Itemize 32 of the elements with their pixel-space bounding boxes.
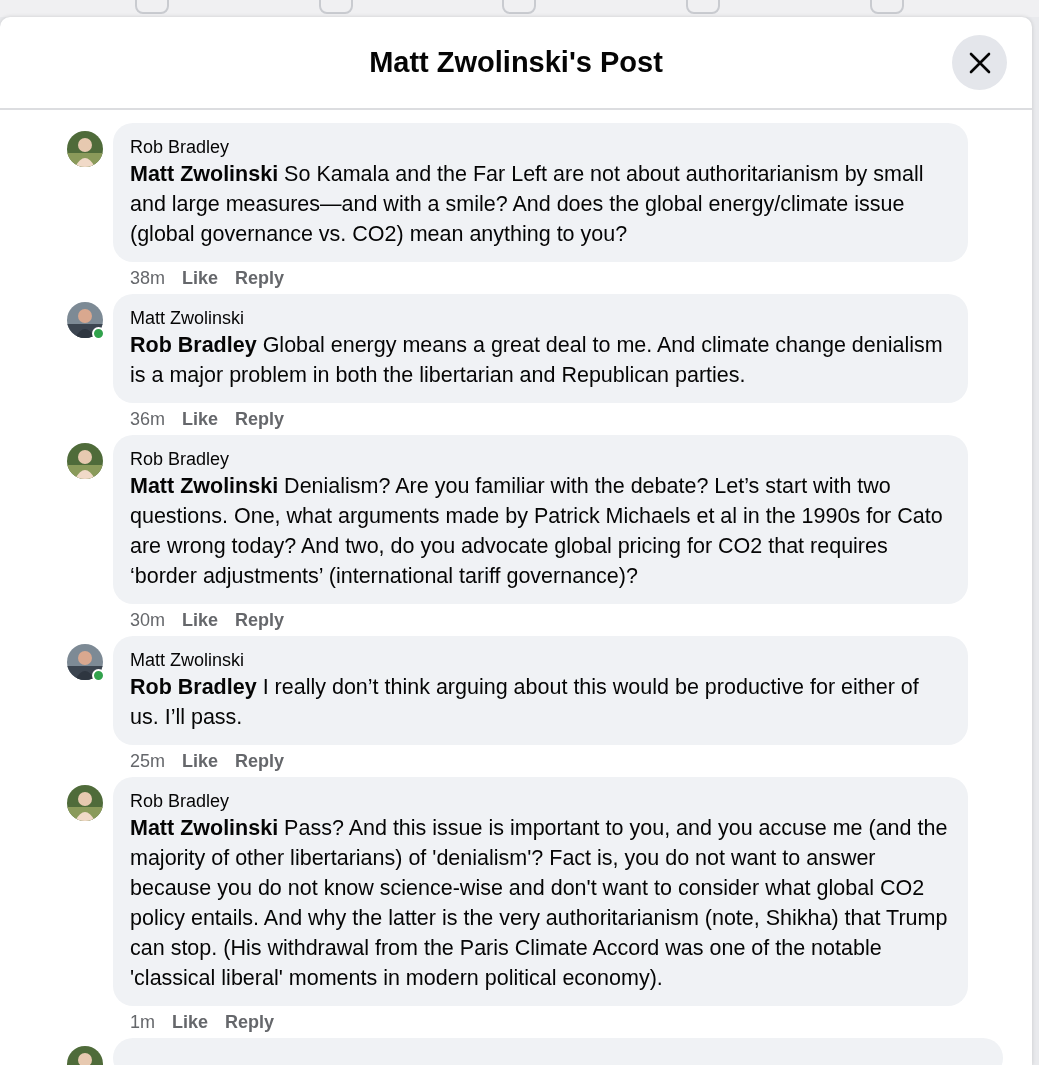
reply-link[interactable]: Reply bbox=[235, 267, 285, 289]
reply-link[interactable]: Reply bbox=[235, 750, 285, 772]
like-link[interactable]: Like bbox=[182, 408, 219, 430]
nav-icon[interactable] bbox=[686, 0, 721, 14]
reply-link[interactable]: Reply bbox=[235, 408, 285, 430]
nav-icon[interactable] bbox=[134, 0, 169, 14]
like-link[interactable]: Like bbox=[182, 750, 219, 772]
comment-author[interactable]: Rob Bradley bbox=[130, 789, 951, 813]
like-link[interactable]: Like bbox=[172, 1011, 209, 1033]
nav-icon[interactable] bbox=[870, 0, 905, 14]
nav-icon[interactable] bbox=[502, 0, 537, 14]
reply-link[interactable]: Reply bbox=[235, 609, 285, 631]
comment-time[interactable]: 25m bbox=[130, 750, 165, 772]
nav-icon[interactable] bbox=[318, 0, 353, 14]
comment-time[interactable]: 30m bbox=[130, 609, 165, 631]
comment-author[interactable]: Rob Bradley bbox=[130, 447, 951, 471]
comment-text: Rob Bradley Global energy means a great deal to me. And climate change denialism is a major problem in both the libertarian and Republican parties. bbox=[130, 332, 944, 389]
comment-time[interactable]: 1m bbox=[130, 1011, 155, 1033]
close-icon bbox=[968, 51, 991, 74]
comment-text: Matt Zwolinski Pass? And this issue is important to you, and you accuse me (and the majority of other libertarians) of 'denialism'? Fact is, you do not want to answer because you do not know science-wise and don't want to consider what global CO2 policy entails. And why the latter is the very authoritarianism (note, Shikha) that Trump can stop. (His withdrawal from the Paris Climate Accord was one of the notable 'classical liberal' moments in modern political economy). bbox=[130, 815, 949, 992]
comment-time[interactable]: 36m bbox=[130, 408, 165, 430]
like-link[interactable]: Like bbox=[182, 609, 219, 631]
reply-link[interactable]: Reply bbox=[225, 1011, 275, 1033]
like-link[interactable]: Like bbox=[182, 267, 219, 289]
comment-author[interactable]: Matt Zwolinski bbox=[130, 306, 951, 330]
comment-time[interactable]: 38m bbox=[130, 267, 165, 289]
comment-text: Matt Zwolinski So Kamala and the Far Left are not about authoritarianism by small and large measures—and with a smile? And does the global energy/climate issue (global governance vs. CO2) mean anything to you? bbox=[130, 161, 925, 248]
comment-text: Rob Bradley I really don’t think arguing about this would be productive for either of us. I’ll pass. bbox=[130, 674, 920, 731]
comment-author[interactable]: Matt Zwolinski bbox=[130, 648, 951, 672]
comment-text: Matt Zwolinski Denialism? Are you familiar with the debate? Let’s start with two questions. One, what arguments made by Patrick Michaels et al in the 1990s for Cato are wrong today? And two, do you advocate global pricing for CO2 that requires ‘border adjustments’ (international tariff governance)? bbox=[130, 473, 944, 590]
comment-author[interactable]: Rob Bradley bbox=[130, 135, 951, 159]
dialog-title: Matt Zwolinski's Post bbox=[369, 46, 663, 79]
